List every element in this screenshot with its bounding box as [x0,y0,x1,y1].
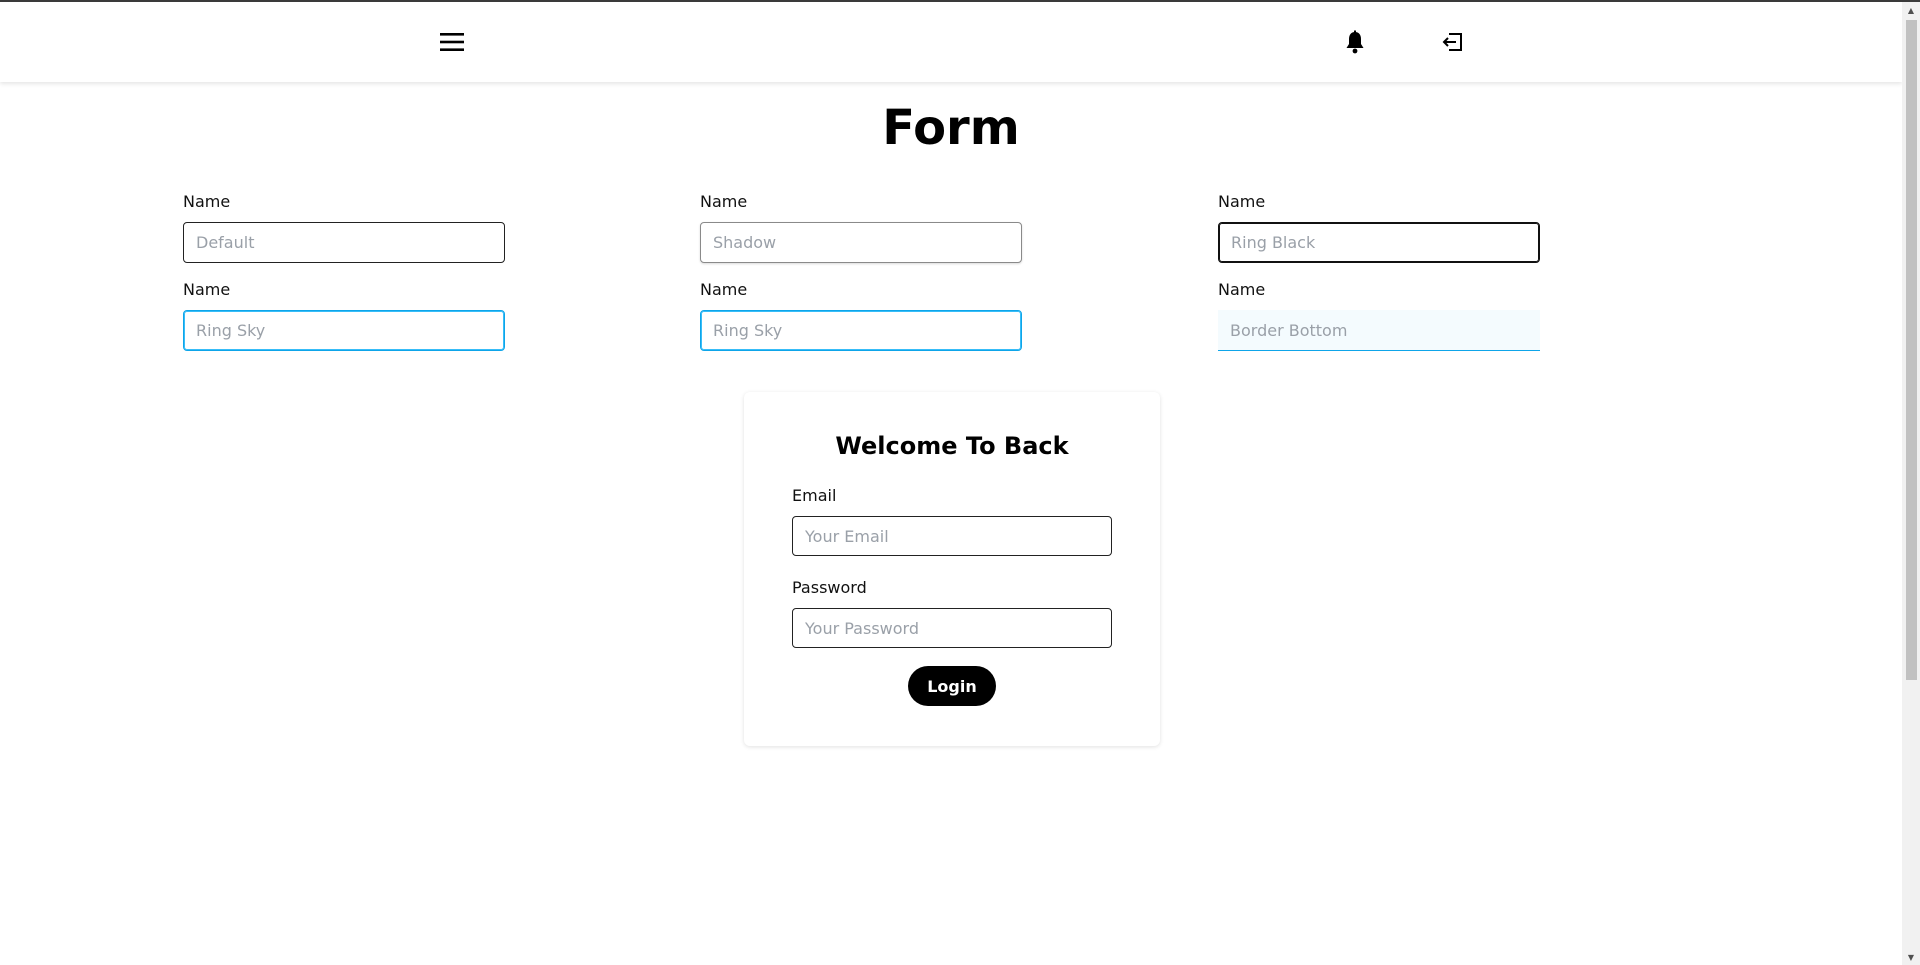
field-label: Name [700,192,748,211]
field-label: Name [1218,280,1266,299]
name-field-ring-black: Name [1218,192,1540,263]
name-input-shadow[interactable] [700,222,1022,263]
page-title: Form [882,100,1020,156]
scrollbar-thumb[interactable] [1906,20,1917,680]
name-field-border-bottom: Name [1218,280,1540,351]
name-field-default: Name [183,192,505,263]
password-label: Password [792,578,867,597]
name-field-ring-sky-1: Name [183,280,505,351]
name-field-shadow: Name [700,192,1022,263]
scroll-up-arrow-icon[interactable]: ▲ [1902,2,1920,18]
name-input-ring-sky-2[interactable] [700,310,1022,351]
email-field-group: Email [792,486,1112,556]
logout-icon[interactable] [1433,22,1473,62]
field-label: Name [700,280,748,299]
login-button[interactable]: Login [908,666,996,706]
login-card: Welcome To Back Email Password Login [744,392,1160,746]
vertical-scrollbar[interactable]: ▲ ▼ [1902,2,1920,965]
name-input-border-bottom[interactable] [1218,310,1540,351]
password-input[interactable] [792,608,1112,648]
password-field-group: Password [792,578,1112,648]
scroll-down-arrow-icon[interactable]: ▼ [1902,949,1920,965]
name-input-ring-sky-1[interactable] [183,310,505,351]
name-input-ring-black[interactable] [1218,222,1540,263]
login-title: Welcome To Back [835,432,1069,460]
hamburger-menu-icon[interactable] [432,22,472,62]
top-navbar [0,2,1902,82]
name-field-ring-sky-2: Name [700,280,1022,351]
name-input-default[interactable] [183,222,505,263]
field-label: Name [1218,192,1266,211]
email-input[interactable] [792,516,1112,556]
email-label: Email [792,486,837,505]
bell-icon[interactable] [1335,22,1375,62]
field-label: Name [183,192,231,211]
field-label: Name [183,280,231,299]
